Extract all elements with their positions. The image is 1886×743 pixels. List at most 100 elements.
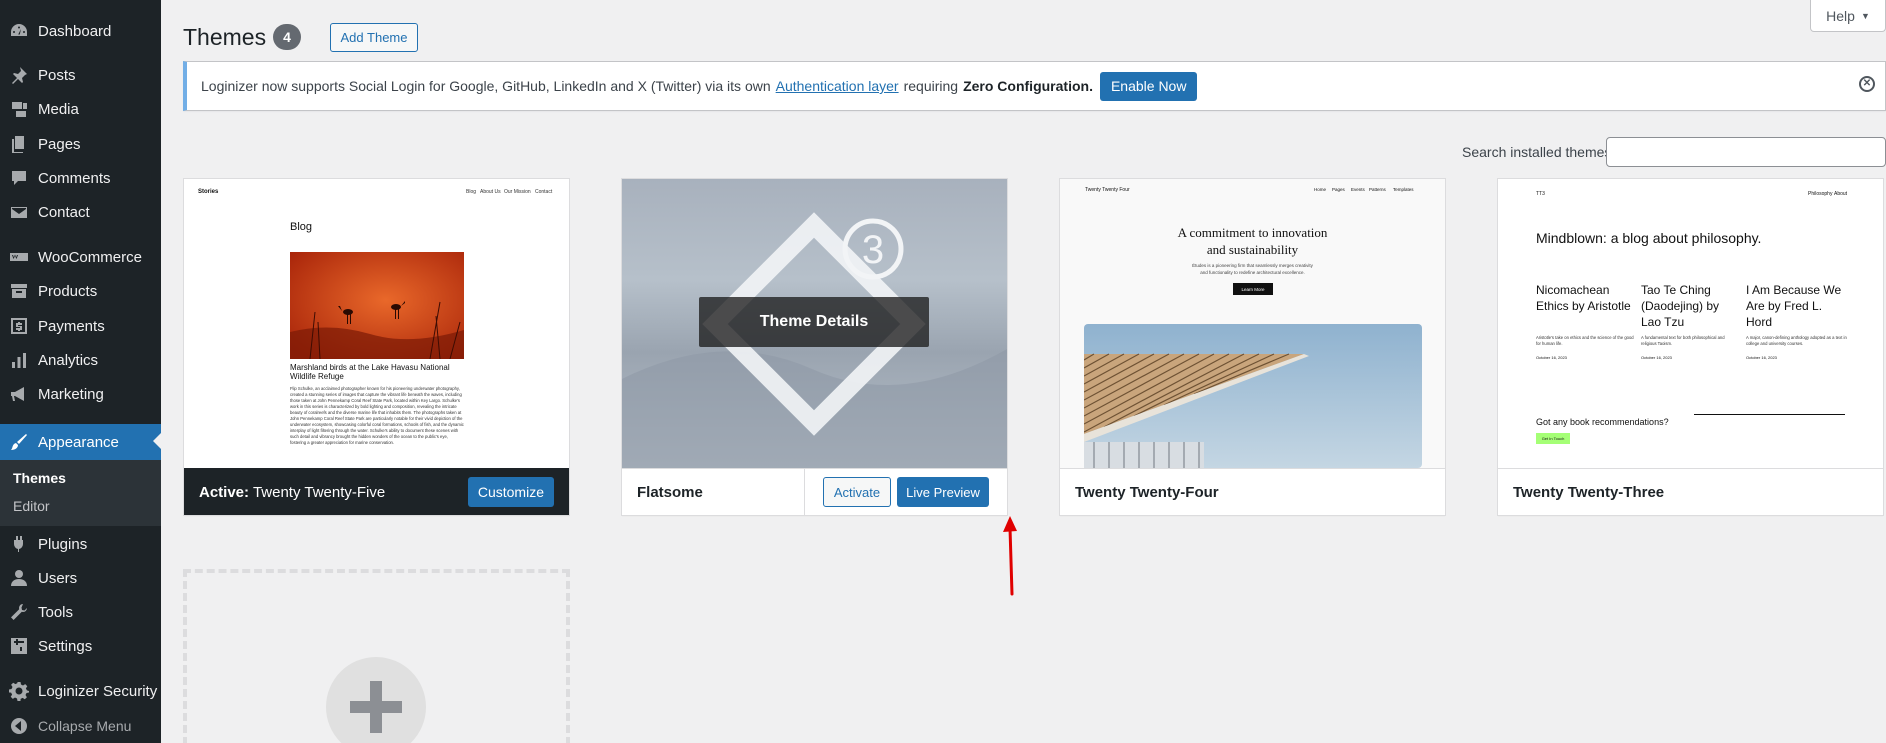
- dashboard-icon: [9, 21, 29, 41]
- sidebar-item-users[interactable]: Users: [0, 561, 161, 595]
- theme-bar: Flatsome Activate Live Preview: [622, 468, 1007, 515]
- search-input[interactable]: [1606, 137, 1886, 167]
- sidebar-item-posts[interactable]: Posts: [0, 58, 161, 92]
- paintbrush-icon: [9, 432, 29, 452]
- megaphone-icon: [9, 384, 29, 404]
- theme-details-button[interactable]: Theme Details: [699, 297, 929, 347]
- sidebar-item-payments[interactable]: Payments: [0, 309, 161, 343]
- notice-text: Loginizer now supports Social Login for …: [201, 78, 771, 94]
- sidebar-item-products[interactable]: Products: [0, 274, 161, 308]
- theme-screenshot[interactable]: TT3 Philosophy About Mindblown: a blog a…: [1498, 179, 1883, 468]
- sidebar-item-loginizer-security[interactable]: Loginizer Security: [0, 674, 161, 708]
- theme-name: Flatsome: [637, 484, 703, 501]
- enable-now-button[interactable]: Enable Now: [1099, 71, 1198, 101]
- submenu-item-editor[interactable]: Editor: [13, 498, 50, 514]
- theme-count-badge: 4: [273, 24, 301, 50]
- sidebar-item-label: Pages: [38, 135, 81, 153]
- chevron-down-icon: ▼: [1860, 10, 1870, 21]
- preview-nav-item: Events: [1351, 187, 1365, 192]
- preview-nav-item: Our Mission: [504, 189, 531, 195]
- preview-nav-item: Home: [1314, 187, 1327, 192]
- preview-cta-button: Get In Touch: [1536, 433, 1570, 444]
- sidebar-item-label: Payments: [38, 317, 105, 335]
- preview-nav-item: Templates: [1393, 187, 1414, 192]
- theme-card-twenty-twenty-four[interactable]: Twenty Twenty Four Home Pages Events Pat…: [1059, 178, 1446, 516]
- admin-sidebar: Dashboard Posts Media Pages Comments Con…: [0, 0, 161, 743]
- authentication-layer-link[interactable]: Authentication layer: [776, 78, 899, 94]
- collapse-arrow-icon: [9, 716, 29, 736]
- preview-photo-birds: [290, 252, 464, 359]
- page-title: Themes: [183, 24, 267, 50]
- theme-name-text: Twenty Twenty-Five: [252, 483, 386, 501]
- preview-headline: and sustainability: [1206, 242, 1299, 257]
- sidebar-item-contact[interactable]: Contact: [0, 195, 161, 229]
- sidebar-item-label: Analytics: [38, 351, 99, 369]
- close-icon[interactable]: ✕: [1859, 76, 1875, 92]
- media-icon: [9, 99, 29, 119]
- preview-nav-item: Patterns: [1369, 187, 1386, 192]
- sidebar-item-dashboard[interactable]: Dashboard: [0, 14, 161, 48]
- preview-headline: Mindblown: a blog about philosophy.: [1536, 230, 1762, 246]
- sidebar-item-media[interactable]: Media: [0, 92, 161, 126]
- activate-button[interactable]: Activate: [823, 477, 891, 507]
- theme-card-twenty-twenty-three[interactable]: TT3 Philosophy About Mindblown: a blog a…: [1497, 178, 1884, 516]
- annotation-arrow-icon: [1003, 516, 1017, 596]
- help-tab-button[interactable]: Help ▼: [1810, 0, 1886, 32]
- preview-nav-item: Contact: [535, 189, 553, 195]
- sidebar-item-label: Appearance: [38, 433, 119, 451]
- sidebar-item-woocommerce[interactable]: WooCommerce: [0, 240, 161, 274]
- preview-site-title: Twenty Twenty Four: [1085, 187, 1130, 193]
- pages-icon: [9, 134, 29, 154]
- preview-site-title: TT3: [1536, 191, 1545, 197]
- sidebar-item-analytics[interactable]: Analytics: [0, 343, 161, 377]
- add-theme-button[interactable]: Add Theme: [330, 23, 418, 52]
- preview-nav-item: Blog: [466, 189, 477, 195]
- sidebar-item-pages[interactable]: Pages: [0, 127, 161, 161]
- notice-text-mid: requiring: [903, 78, 959, 94]
- sidebar-item-label: Media: [38, 100, 79, 118]
- preview-post-title: Nicomachean Ethics by Aristotle: [1536, 283, 1631, 313]
- theme-card-twenty-twenty-five[interactable]: Stories Blog About Us Our Mission Contac…: [183, 178, 570, 516]
- preview-nav-item: About: [1834, 191, 1848, 197]
- sidebar-item-label: Products: [38, 282, 98, 300]
- sidebar-item-label: Tools: [38, 603, 74, 621]
- theme-screenshot[interactable]: 3 Theme Details: [622, 179, 1007, 468]
- sidebar-item-marketing[interactable]: Marketing: [0, 377, 161, 411]
- preview-post-excerpt: A fundamental text for both philosophica…: [1641, 335, 1725, 346]
- main-content: Help ▼ Themes 4 Add Theme Loginizer now …: [161, 0, 1886, 743]
- wrench-icon: [9, 602, 29, 622]
- live-preview-button[interactable]: Live Preview: [897, 477, 989, 507]
- preview-headline: A commitment to innovation: [1177, 225, 1328, 240]
- preview-building-photo: [1084, 324, 1422, 468]
- preview-post-title: Marshland birds at the Lake Havasu Natio…: [290, 363, 450, 381]
- active-prefix: Active:: [199, 483, 250, 501]
- help-label: Help: [1826, 7, 1855, 24]
- sidebar-item-tools[interactable]: Tools: [0, 595, 161, 629]
- sidebar-item-comments[interactable]: Comments: [0, 161, 161, 195]
- preview-nav-item: About Us: [480, 189, 501, 195]
- divider: [804, 469, 805, 515]
- collapse-menu-button[interactable]: Collapse Menu: [0, 709, 161, 743]
- sidebar-item-label: Settings: [38, 637, 93, 655]
- preview-nav-item: Pages: [1332, 187, 1345, 192]
- customize-button[interactable]: Customize: [467, 477, 554, 507]
- preview-post-text: Flip Schulke, an acclaimed photographer …: [290, 386, 464, 445]
- sidebar-item-label: Plugins: [38, 535, 88, 553]
- archive-icon: [9, 281, 29, 301]
- theme-screenshot[interactable]: Twenty Twenty Four Home Pages Events Pat…: [1060, 179, 1445, 468]
- sidebar-item-plugins[interactable]: Plugins: [0, 527, 161, 561]
- preview-subtext: Études is a pioneering firm that seamles…: [1192, 263, 1313, 268]
- theme-screenshot[interactable]: Stories Blog About Us Our Mission Contac…: [184, 179, 569, 468]
- preview-post-date: October 16, 2023: [1746, 355, 1777, 360]
- collapse-menu-label: Collapse Menu: [38, 718, 132, 734]
- preview-site-title: Stories: [198, 189, 219, 195]
- preview-post-date: October 16, 2023: [1641, 355, 1672, 360]
- theme-card-flatsome[interactable]: 3 Theme Details Flatsome Activate Live P…: [621, 178, 1008, 516]
- submenu-item-themes[interactable]: Themes: [13, 470, 66, 486]
- preview-subtext: and functionality to redefine architectu…: [1200, 270, 1305, 275]
- sidebar-item-label: WooCommerce: [38, 248, 142, 266]
- add-new-theme-card[interactable]: [183, 569, 570, 743]
- sidebar-item-settings[interactable]: Settings: [0, 629, 161, 663]
- preview-button: Learn More: [1233, 283, 1273, 295]
- sidebar-item-appearance[interactable]: Appearance: [0, 424, 161, 460]
